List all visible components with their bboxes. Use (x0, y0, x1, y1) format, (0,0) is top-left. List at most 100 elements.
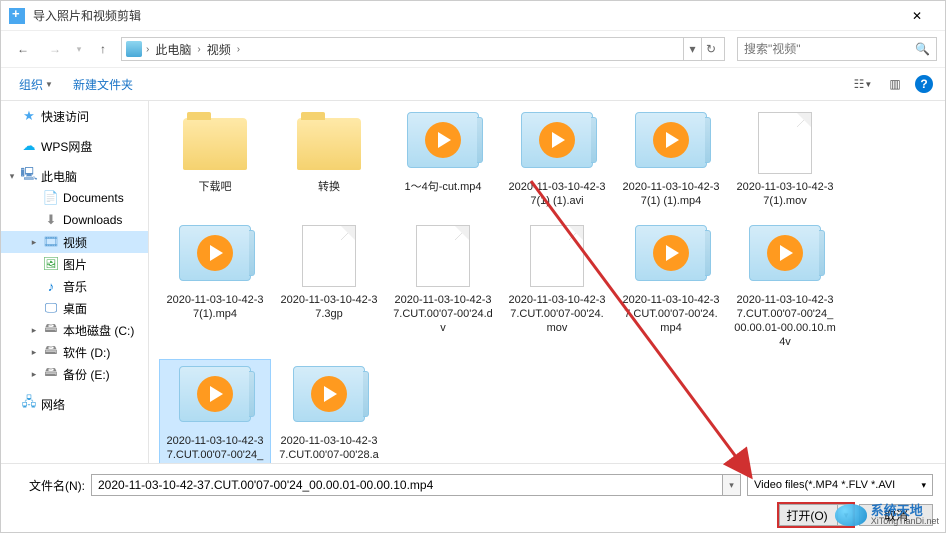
expand-icon[interactable]: ▸ (29, 325, 39, 336)
crumb-videos[interactable]: 视频 (205, 41, 233, 58)
file-label: 转换 (318, 180, 340, 194)
search-box[interactable]: 🔍 (737, 37, 937, 61)
tree-icon: 🖴 (43, 322, 59, 338)
tree-label: Downloads (63, 213, 122, 227)
tree-label: 软件 (D:) (63, 344, 110, 361)
navbar: ← → ▾ ↑ › 此电脑 › 视频 › ▾ ↻ 🔍 (1, 31, 945, 67)
new-folder-button[interactable]: 新建文件夹 (67, 72, 139, 97)
tree-item[interactable]: 🖵 桌面 (1, 297, 148, 319)
tree-label: 音乐 (63, 278, 87, 295)
tree-item[interactable]: 🖼 图片 (1, 253, 148, 275)
play-icon (653, 235, 689, 271)
tree-item[interactable]: ▸ 🎞 视频 (1, 231, 148, 253)
play-icon (653, 122, 689, 158)
tree-icon: ★ (21, 108, 37, 124)
expand-icon[interactable]: ▾ (7, 171, 17, 182)
breadcrumb[interactable]: › 此电脑 › 视频 › ▾ ↻ (121, 37, 725, 61)
tree-item[interactable]: 🖧 网络 (1, 393, 148, 415)
tree-item[interactable]: ▾ 🖳 此电脑 (1, 165, 148, 187)
organize-button[interactable]: 组织▼ (13, 72, 59, 97)
chevron-icon: › (237, 44, 240, 55)
file-item[interactable]: 下载吧 (159, 105, 271, 216)
file-item[interactable]: 2020-11-03-10-42-37(1).mp4 (159, 218, 271, 357)
file-label: 2020-11-03-10-42-37.CUT.00'07-00'24_00.0… (734, 293, 836, 350)
app-icon (9, 8, 25, 24)
file-label: 2020-11-03-10-42-37(1) (1).mp4 (620, 180, 722, 209)
tree-icon: 🖳 (21, 168, 37, 184)
folder-icon (297, 118, 361, 170)
help-button[interactable]: ? (915, 75, 933, 93)
preview-pane-button[interactable]: ▥ (883, 72, 907, 96)
file-item[interactable]: 2020-11-03-10-42-37(1) (1).mp4 (615, 105, 727, 216)
filename-input[interactable] (91, 474, 723, 496)
window-title: 导入照片和视频剪辑 (33, 7, 897, 24)
video-icon (179, 225, 251, 281)
file-item[interactable]: 2020-11-03-10-42-37.CUT.00'07-00'24_00.0… (729, 218, 841, 357)
chevron-icon: › (197, 44, 200, 55)
tree-label: 此电脑 (41, 168, 77, 185)
view-button[interactable]: ☷ ▼ (851, 72, 875, 96)
play-icon (311, 376, 347, 412)
file-label: 2020-11-03-10-42-37.CUT.00'07-00'24_00.0… (164, 434, 266, 463)
tree-icon: ☁ (21, 138, 37, 154)
filename-dropdown[interactable]: ▾ (723, 474, 741, 496)
tree-label: 本地磁盘 (C:) (63, 322, 134, 339)
forward-button[interactable]: → (41, 35, 69, 63)
video-icon (635, 225, 707, 281)
tree-item[interactable]: ★ 快速访问 (1, 105, 148, 127)
tree-item[interactable]: 📄 Documents (1, 187, 148, 209)
file-item[interactable]: 转换 (273, 105, 385, 216)
file-icon (530, 225, 584, 287)
tree-item[interactable]: ⬇ Downloads (1, 209, 148, 231)
search-icon[interactable]: 🔍 (915, 42, 930, 56)
expand-icon[interactable]: ▸ (29, 347, 39, 358)
file-item[interactable]: 2020-11-03-10-42-37(1).mov (729, 105, 841, 216)
file-item[interactable]: 2020-11-03-10-42-37.3gp (273, 218, 385, 357)
close-button[interactable]: ✕ (897, 1, 937, 31)
tree-label: 桌面 (63, 300, 87, 317)
address-dropdown[interactable]: ▾ (684, 38, 702, 60)
file-item[interactable]: 2020-11-03-10-42-37.CUT.00'07-00'24.mp4 (615, 218, 727, 357)
history-dropdown[interactable]: ▾ (73, 35, 85, 63)
sidebar[interactable]: ★ 快速访问 ☁ WPS网盘 ▾ 🖳 此电脑 📄 Documents ⬇ Down… (1, 101, 149, 463)
tree-item[interactable]: ♪ 音乐 (1, 275, 148, 297)
tree-icon: ⬇ (43, 212, 59, 228)
file-icon (302, 225, 356, 287)
file-pane[interactable]: Converter Studio 开软件 辑 下载吧转换1～4句-cut.mp4… (149, 101, 945, 463)
tree-item[interactable]: ▸ 🖴 本地磁盘 (C:) (1, 319, 148, 341)
expand-icon[interactable]: ▸ (29, 237, 39, 248)
file-item[interactable]: 2020-11-03-10-42-37.CUT.00'07-00'28.avi (273, 359, 385, 463)
file-item[interactable]: 2020-11-03-10-42-37.CUT.00'07-00'24_00.0… (159, 359, 271, 463)
file-item[interactable]: 2020-11-03-10-42-37.CUT.00'07-00'24.dv (387, 218, 499, 357)
tree-icon: ♪ (43, 278, 59, 294)
video-icon (635, 112, 707, 168)
tree-item[interactable]: ☁ WPS网盘 (1, 135, 148, 157)
file-item[interactable]: 2020-11-03-10-42-37(1) (1).avi (501, 105, 613, 216)
tree-item[interactable]: ▸ 🖴 软件 (D:) (1, 341, 148, 363)
file-filter[interactable]: Video files(*.MP4 *.FLV *.AVI▾ (747, 474, 933, 496)
footer: 文件名(N): ▾ Video files(*.MP4 *.FLV *.AVI▾… (1, 463, 945, 536)
play-icon (539, 122, 575, 158)
up-button[interactable]: ↑ (89, 35, 117, 63)
tree-label: WPS网盘 (41, 138, 92, 155)
video-icon (179, 366, 251, 422)
play-icon (197, 235, 233, 271)
file-label: 1～4句-cut.mp4 (404, 180, 481, 194)
refresh-button[interactable]: ↻ (702, 38, 720, 60)
search-input[interactable] (744, 42, 915, 56)
back-button[interactable]: ← (9, 35, 37, 63)
location-icon (126, 41, 142, 57)
file-item[interactable]: 2020-11-03-10-42-37.CUT.00'07-00'24.mov (501, 218, 613, 357)
main-area: ★ 快速访问 ☁ WPS网盘 ▾ 🖳 此电脑 📄 Documents ⬇ Down… (1, 101, 945, 463)
watermark-icon (835, 504, 867, 526)
file-icon (758, 112, 812, 174)
crumb-pc[interactable]: 此电脑 (153, 41, 193, 58)
filename-label: 文件名(N): (13, 477, 85, 494)
tree-label: 备份 (E:) (63, 366, 110, 383)
tree-item[interactable]: ▸ 🖴 备份 (E:) (1, 363, 148, 385)
play-icon (425, 122, 461, 158)
video-icon (521, 112, 593, 168)
file-item[interactable]: 1～4句-cut.mp4 (387, 105, 499, 216)
expand-icon[interactable]: ▸ (29, 369, 39, 380)
tree-label: 图片 (63, 256, 87, 273)
